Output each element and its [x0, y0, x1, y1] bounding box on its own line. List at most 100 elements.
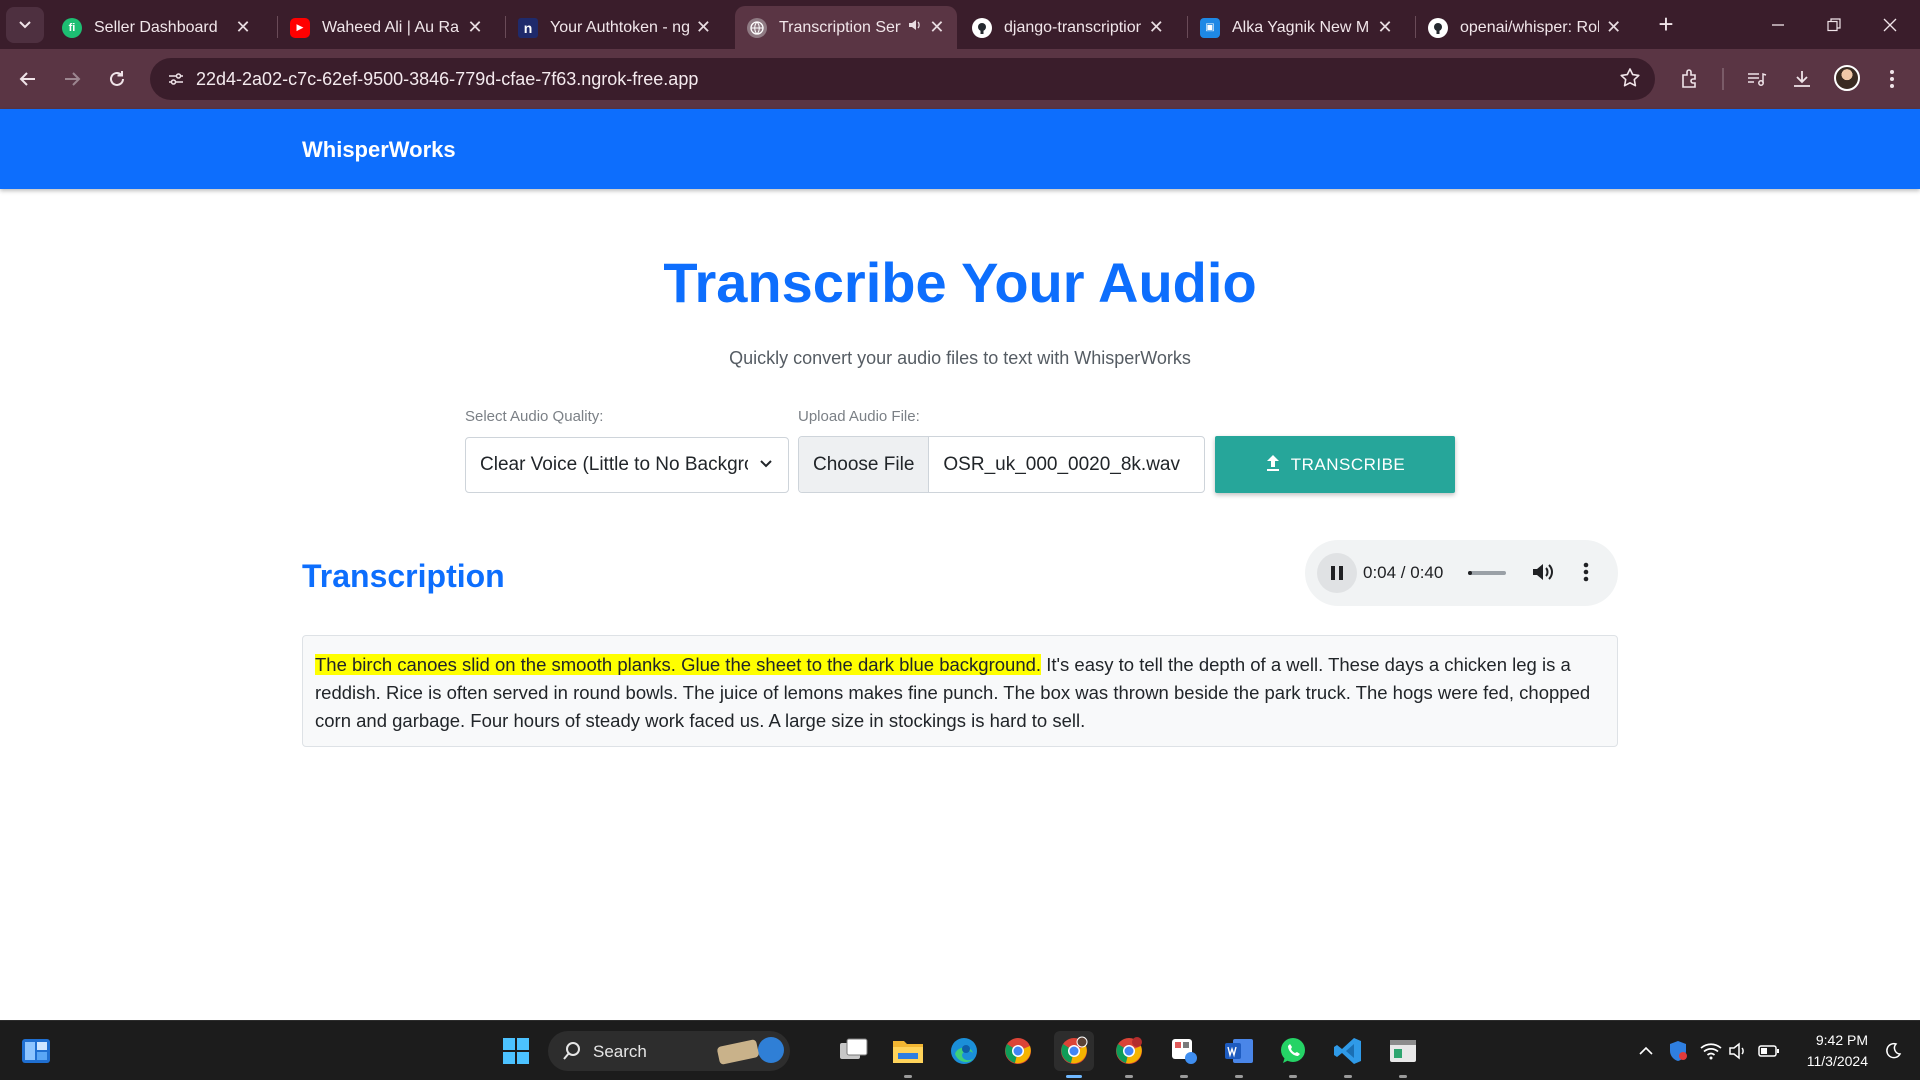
- selected-file-name: OSR_uk_000_0020_8k.wav: [943, 453, 1180, 475]
- pause-button[interactable]: [1317, 553, 1357, 593]
- bookmark-star-icon[interactable]: [1619, 67, 1641, 94]
- notifications-icon[interactable]: [1876, 1031, 1910, 1071]
- arrow-right-icon: [65, 72, 81, 86]
- audio-player: 0:04 / 0:40: [1305, 540, 1618, 606]
- app-window-icon[interactable]: [1383, 1031, 1423, 1078]
- chevron-down-icon: [760, 460, 772, 468]
- file-explorer-icon[interactable]: [888, 1031, 928, 1078]
- selected-quality: Clear Voice (Little to No Background Noi…: [480, 454, 748, 475]
- vscode-icon[interactable]: [1328, 1031, 1368, 1078]
- transcript-highlighted-text: The birch canoes slid on the smooth plan…: [315, 654, 1042, 675]
- media-controls-icon[interactable]: [1740, 63, 1772, 95]
- globe-icon: [747, 17, 767, 38]
- tab-youtube[interactable]: ▶ Waheed Ali | Au Rana ✕: [278, 6, 496, 49]
- volume-icon[interactable]: [1530, 559, 1556, 590]
- close-tab-icon[interactable]: ✕: [929, 17, 945, 38]
- tab-search-button[interactable]: [6, 7, 44, 43]
- page-title: Transcribe Your Audio: [663, 251, 1257, 314]
- brand-logo[interactable]: WhisperWorks: [302, 137, 456, 163]
- close-tab-icon[interactable]: ✕: [1605, 17, 1622, 38]
- search-label: Search: [593, 1042, 647, 1061]
- clock-date[interactable]: 11/3/2024: [1790, 1053, 1868, 1069]
- quality-label: Select Audio Quality:: [465, 408, 604, 425]
- tab-title: openai/whisper: Robust: [1460, 18, 1599, 36]
- tab-django-transcription[interactable]: django-transcription ✕: [960, 6, 1178, 49]
- tab-transcription-service[interactable]: Transcription Service ✕: [735, 6, 957, 49]
- restore-icon: [1827, 18, 1841, 32]
- tab-seller-dashboard[interactable]: fi Seller Dashboard ✕: [50, 6, 265, 49]
- tab-title: Your Authtoken - ngrok: [550, 18, 689, 36]
- github-icon: [972, 17, 992, 38]
- close-window-button[interactable]: [1862, 8, 1918, 42]
- profile-avatar[interactable]: [1834, 65, 1860, 91]
- new-tab-button[interactable]: +: [1650, 9, 1682, 41]
- tab-ngrok-authtoken[interactable]: n Your Authtoken - ngrok ✕: [506, 6, 724, 49]
- search-illustration-icon: [716, 1039, 760, 1065]
- audio-quality-select[interactable]: Clear Voice (Little to No Background Noi…: [465, 437, 789, 493]
- whatsapp-icon[interactable]: [1273, 1031, 1313, 1078]
- github-icon: [1428, 17, 1448, 38]
- chrome-profile-icon[interactable]: [1054, 1031, 1094, 1078]
- seek-bar[interactable]: [1468, 571, 1506, 575]
- tab-alka-yagnik[interactable]: ▣ Alka Yagnik New Mp3 ✕: [1188, 6, 1406, 49]
- transcribe-button-label: TRANSCRIBE: [1290, 454, 1406, 474]
- playback-time: 0:04 / 0:40: [1363, 563, 1444, 582]
- seek-progress: [1468, 571, 1472, 575]
- chevron-down-icon: [19, 21, 31, 29]
- chrome-profile-2-icon[interactable]: [1109, 1031, 1149, 1078]
- tab-title: Alka Yagnik New Mp3: [1232, 18, 1370, 36]
- speaker-icon[interactable]: [907, 17, 923, 38]
- minimize-icon: [1772, 24, 1784, 26]
- audio-file-input[interactable]: Choose File OSR_uk_000_0020_8k.wav: [798, 436, 1205, 493]
- player-more-icon[interactable]: [1583, 560, 1589, 589]
- tab-title: Waheed Ali | Au Rana: [322, 18, 460, 36]
- minimize-button[interactable]: [1750, 8, 1806, 42]
- taskbar-search[interactable]: Search: [548, 1031, 790, 1071]
- url-text: 22d4-2a02-c7c-62ef-9500-3846-779d-cfae-7…: [196, 69, 699, 89]
- back-button[interactable]: [10, 61, 46, 97]
- clock-time[interactable]: 9:42 PM: [1790, 1032, 1868, 1048]
- close-tab-icon[interactable]: ✕: [233, 17, 253, 38]
- forward-button[interactable]: [54, 61, 90, 97]
- transcription-text-box: The birch canoes slid on the smooth plan…: [302, 635, 1618, 747]
- site-info-icon[interactable]: [160, 63, 192, 95]
- word-icon[interactable]: [1219, 1031, 1259, 1078]
- search-icon: [563, 1042, 580, 1060]
- fiverr-icon: fi: [62, 17, 82, 38]
- extensions-icon[interactable]: [1674, 63, 1706, 95]
- start-icon[interactable]: [496, 1031, 536, 1071]
- choose-file-button[interactable]: Choose File: [799, 437, 930, 492]
- reload-icon: [110, 71, 124, 86]
- widgets-icon[interactable]: [16, 1031, 56, 1071]
- browser-toolbar: 22d4-2a02-c7c-62ef-9500-3846-779d-cfae-7…: [0, 49, 1920, 109]
- downloads-icon[interactable]: [1786, 63, 1818, 95]
- battery-icon[interactable]: [1752, 1031, 1786, 1071]
- address-bar[interactable]: 22d4-2a02-c7c-62ef-9500-3846-779d-cfae-7…: [150, 58, 1655, 100]
- search-highlight-icon: [758, 1037, 784, 1063]
- close-tab-icon[interactable]: ✕: [695, 17, 712, 38]
- pause-icon: [1331, 566, 1343, 580]
- windows-taskbar: Search 9:42 PM 11/3/2024: [0, 1020, 1920, 1080]
- reload-button[interactable]: [99, 61, 135, 97]
- tab-openai-whisper[interactable]: openai/whisper: Robust ✕: [1416, 6, 1634, 49]
- close-tab-icon[interactable]: ✕: [1147, 17, 1166, 38]
- transcription-heading: Transcription: [302, 558, 505, 594]
- browser-tab-strip: fi Seller Dashboard ✕ ▶ Waheed Ali | Au …: [0, 0, 1920, 49]
- more-menu-icon[interactable]: [1876, 63, 1908, 95]
- site-navbar: WhisperWorks: [0, 109, 1920, 189]
- tab-title: django-transcription: [1004, 18, 1141, 36]
- close-tab-icon[interactable]: ✕: [1376, 17, 1394, 38]
- close-tab-icon[interactable]: ✕: [466, 17, 484, 38]
- show-hidden-icons[interactable]: [1628, 1031, 1664, 1071]
- upload-icon: [1266, 454, 1279, 471]
- snipping-tool-icon[interactable]: [1164, 1031, 1204, 1078]
- tab-title: Transcription Service: [779, 18, 901, 36]
- volume-tray-icon[interactable]: [1722, 1031, 1756, 1071]
- task-view-icon[interactable]: [834, 1031, 874, 1071]
- chrome-icon[interactable]: [998, 1031, 1038, 1071]
- transcribe-button[interactable]: TRANSCRIBE: [1215, 436, 1455, 493]
- edge-icon[interactable]: [944, 1031, 984, 1071]
- security-shield-icon[interactable]: [1661, 1031, 1695, 1071]
- upload-label: Upload Audio File:: [798, 408, 920, 425]
- restore-button[interactable]: [1806, 8, 1862, 42]
